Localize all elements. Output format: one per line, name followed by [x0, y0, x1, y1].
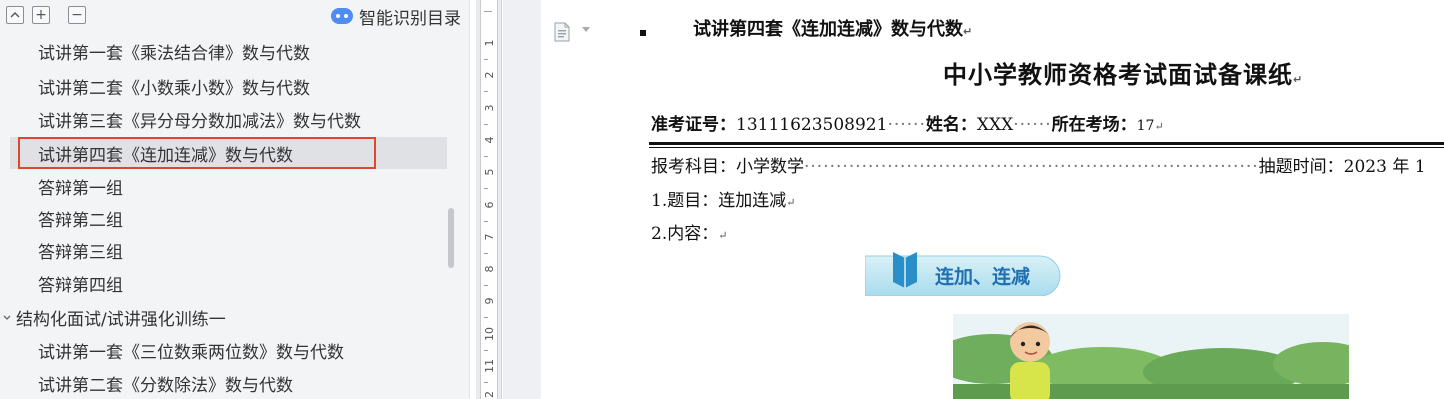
name-label: 姓名： [925, 115, 977, 135]
toc-item[interactable]: 答辩第三组 [38, 234, 123, 266]
subject-line: 报考科目：小学数学·······························… [651, 157, 1426, 177]
toc-item[interactable]: 试讲第一套《乘法结合律》数与代数 [38, 40, 310, 67]
toc-item[interactable]: 试讲第二套《小数乘小数》数与代数 [38, 70, 310, 102]
ruler-number: 6 [483, 201, 496, 208]
smart-toc-label: 智能识别目录 [359, 8, 461, 29]
ruler-number: 4 [483, 136, 496, 144]
ruler-tick [484, 252, 488, 254]
smart-toc-button[interactable]: 智能识别目录 [331, 4, 461, 29]
candidate-info-line: 准考证号：13111623508921······姓名：XXX······所在考… [651, 115, 1164, 135]
toc-item[interactable]: 试讲第三套《异分母分数加减法》数与代数 [38, 103, 361, 135]
ruler-number: 11 [483, 359, 496, 373]
site-label: 所在考场： [1051, 115, 1137, 135]
ruler-tick [484, 220, 488, 222]
ruler-number: 7 [483, 233, 496, 241]
banner-text: 连加、连减 [935, 265, 1030, 288]
ruler-number: 10 [483, 326, 496, 341]
lesson-banner-image: 连加、连减 [865, 252, 1061, 296]
double-rule-thin [649, 147, 1444, 148]
toc-item[interactable]: 试讲第二套《分数除法》数与代数 [38, 367, 293, 399]
document-page[interactable]: 试讲第四套《连加连减》数与代数↵ 中小学教师资格考试面试备课纸↵ 准考证号：13… [541, 0, 1444, 399]
nav-scrollbar-thumb[interactable] [448, 208, 454, 268]
illustration-image [953, 314, 1349, 399]
exam-id-value: 13111623508921 [736, 115, 888, 135]
ruler-tick [484, 349, 488, 351]
site-value: 17 [1136, 118, 1155, 134]
ruler-tick [484, 317, 488, 319]
ruler-tick [484, 11, 492, 12]
double-rule-thick [649, 142, 1444, 145]
chevron-down-icon[interactable] [2, 312, 12, 322]
toc-item[interactable]: 答辩第一组 [38, 170, 123, 202]
toc-item[interactable]: 答辩第四组 [38, 267, 123, 299]
heading-bullet [640, 30, 646, 36]
ruler-tick [484, 188, 488, 190]
subject-label: 报考科目： [651, 157, 736, 177]
ruler-tick [484, 91, 488, 93]
collapse-button[interactable]: − [68, 6, 86, 24]
question-content: 2.内容：↵ [651, 224, 728, 244]
selection-highlight-box [18, 137, 376, 169]
toc-group[interactable]: 结构化面试/试讲强化训练一 [2, 301, 226, 333]
ruler-tick [484, 155, 488, 157]
draw-time-label: 抽题时间： [1258, 157, 1344, 177]
ruler-tick [484, 285, 488, 287]
toc-item[interactable]: 答辩第二组 [38, 202, 123, 234]
toc-item[interactable]: 试讲第一套《三位数乘两位数》数与代数 [38, 334, 344, 366]
ruler-tick [484, 59, 488, 60]
draw-time-value: 2023 年 1 [1343, 157, 1426, 177]
workspace-gutter [503, 0, 541, 399]
ruler-number: 5 [483, 168, 496, 176]
ruler-number: 9 [483, 297, 496, 305]
ruler-number: 8 [483, 265, 496, 273]
collapse-all-button[interactable] [6, 6, 24, 24]
page-title: 中小学教师资格考试面试备课纸↵ [943, 61, 1304, 89]
document-icon[interactable] [553, 22, 571, 42]
exam-id-label: 准考证号： [651, 115, 736, 135]
subject-value: 小学数学 [736, 157, 804, 177]
ruler-number: 12 [483, 391, 496, 399]
question-topic: 1.题目：连加连减↵ [651, 191, 796, 211]
document-heading: 试讲第四套《连加连减》数与代数↵ [693, 19, 973, 40]
caret-down-icon[interactable] [582, 27, 590, 33]
ruler-number: 1 [483, 39, 496, 47]
toc-group-label: 结构化面试/试讲强化训练一 [16, 309, 226, 330]
ruler-tick [484, 382, 488, 383]
smart-toc-icon [331, 8, 353, 24]
vertical-ruler: 1 2 3 4 5 6 7 8 9 10 11 12 [476, 0, 502, 399]
ruler-number: 2 [483, 71, 496, 79]
navigation-pane: + − 智能识别目录 试讲第一套《乘法结合律》数与代数 试讲第二套《小数乘小数》… [0, 0, 470, 399]
ruler-tick [484, 123, 488, 125]
chevron-up-icon [10, 12, 20, 18]
expand-button[interactable]: + [32, 6, 50, 24]
toc-tree: 试讲第一套《乘法结合律》数与代数 试讲第二套《小数乘小数》数与代数 试讲第三套《… [0, 40, 466, 399]
ruler-number: 3 [483, 104, 496, 112]
name-value: XXX [976, 115, 1014, 135]
